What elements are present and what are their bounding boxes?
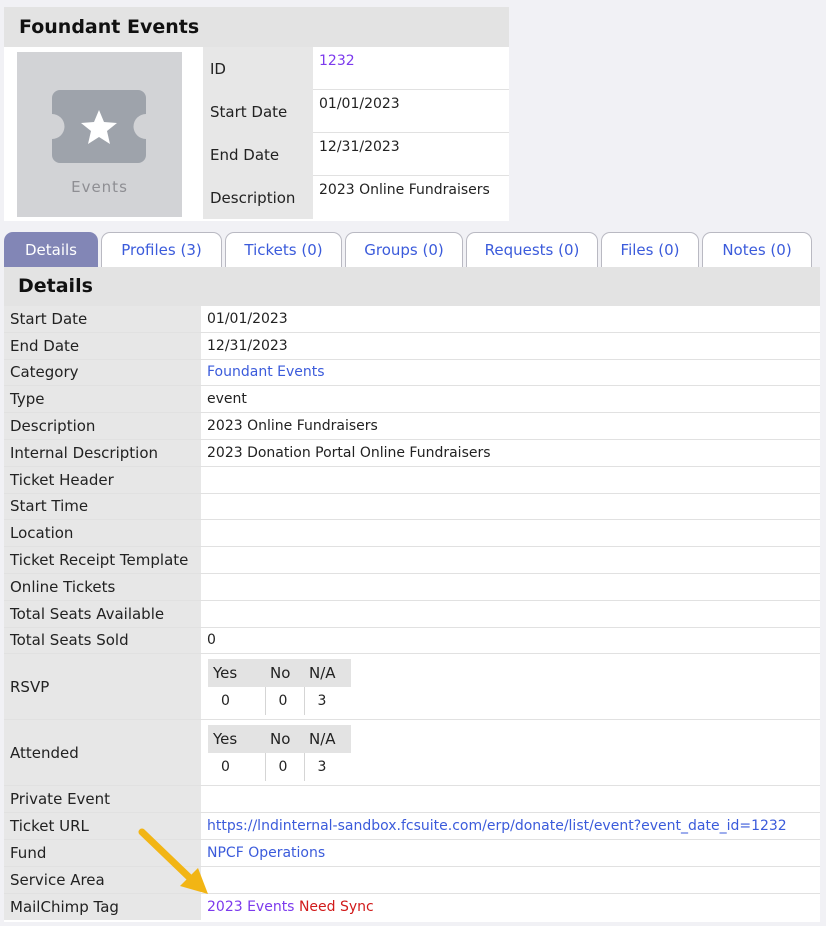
details-heading: Details xyxy=(4,267,820,306)
info-row-start-date: Start Date 01/01/2023 xyxy=(203,90,509,133)
detail-row-category: Category Foundant Events xyxy=(4,359,820,387)
info-value: 01/01/2023 xyxy=(313,90,509,133)
category-link[interactable]: Foundant Events xyxy=(207,364,325,380)
tab-details[interactable]: Details xyxy=(4,232,98,267)
attended-header-yes: Yes xyxy=(208,724,265,753)
info-row-description: Description 2023 Online Fundraisers xyxy=(203,176,509,219)
detail-row-service-area: Service Area xyxy=(4,866,820,894)
arrow-annotation-icon xyxy=(138,828,208,894)
info-value: 2023 Online Fundraisers xyxy=(313,176,509,219)
detail-label: Category xyxy=(4,359,201,386)
rsvp-header-na: N/A xyxy=(304,658,351,687)
detail-label: Online Tickets xyxy=(4,573,201,600)
detail-label: Attended xyxy=(4,720,201,786)
rsvp-header-no: No xyxy=(265,658,304,687)
detail-row-rsvp: RSVP Yes No N/A 0 0 3 xyxy=(4,654,820,721)
detail-label: Internal Description xyxy=(4,439,201,466)
detail-row-internal-description: Internal Description 2023 Donation Porta… xyxy=(4,439,820,467)
detail-value: 2023 Donation Portal Online Fundraisers xyxy=(207,444,491,461)
event-id-value: 1232 xyxy=(313,47,509,90)
rsvp-yes-count: 0 xyxy=(208,686,266,715)
detail-row-type: Type event xyxy=(4,386,820,414)
tab-profiles[interactable]: Profiles (3) xyxy=(101,232,222,267)
detail-row-end-date: End Date 12/31/2023 xyxy=(4,332,820,360)
tab-groups[interactable]: Groups (0) xyxy=(345,232,463,267)
detail-label: Private Event xyxy=(4,786,201,813)
detail-value xyxy=(201,601,820,627)
detail-row-location: Location xyxy=(4,520,820,548)
info-row-end-date: End Date 12/31/2023 xyxy=(203,133,509,176)
event-info-table: ID 1232 Start Date 01/01/2023 End Date 1… xyxy=(203,47,509,219)
tab-tickets[interactable]: Tickets (0) xyxy=(225,232,342,267)
info-label: Start Date xyxy=(203,90,313,133)
info-label: End Date xyxy=(203,133,313,176)
tab-files[interactable]: Files (0) xyxy=(601,232,699,267)
attended-na-count: 3 xyxy=(317,758,327,775)
detail-row-start-time: Start Time xyxy=(4,493,820,521)
detail-value xyxy=(201,786,820,812)
detail-row-ticket-url: Ticket URL https://lndinternal-sandbox.f… xyxy=(4,813,820,840)
detail-value xyxy=(201,520,820,546)
ticket-url-link[interactable]: https://lndinternal-sandbox.fcsuite.com/… xyxy=(207,818,787,834)
info-row-id: ID 1232 xyxy=(203,47,509,90)
detail-row-description: Description 2023 Online Fundraisers xyxy=(4,413,820,440)
detail-value: event xyxy=(207,391,247,408)
detail-value: 0 xyxy=(207,632,216,649)
rsvp-table: Yes No N/A 0 0 3 xyxy=(208,658,351,715)
detail-value xyxy=(201,574,820,600)
detail-label: Ticket Receipt Template xyxy=(4,547,201,573)
page-title: Foundant Events xyxy=(4,7,509,47)
tab-notes[interactable]: Notes (0) xyxy=(702,232,812,267)
detail-value: 12/31/2023 xyxy=(207,337,288,354)
detail-row-attended: Attended Yes No N/A 0 0 3 xyxy=(4,720,820,787)
rsvp-na-count: 3 xyxy=(317,692,327,709)
details-panel: Details Start Date 01/01/2023 End Date 1… xyxy=(4,267,820,922)
attended-yes-count: 0 xyxy=(208,752,266,781)
detail-value: 2023 Online Fundraisers xyxy=(207,418,378,435)
attended-table: Yes No N/A 0 0 3 xyxy=(208,724,351,781)
detail-label: Start Date xyxy=(4,306,201,332)
detail-value: 01/01/2023 xyxy=(207,310,288,327)
detail-row-mailchimp-tag: MailChimp Tag 2023 Events Need Sync xyxy=(4,893,820,921)
detail-value xyxy=(201,547,820,573)
info-label: ID xyxy=(203,47,313,90)
detail-label: Total Seats Available xyxy=(4,600,201,627)
rsvp-no-count: 0 xyxy=(265,686,305,715)
attended-header-na: N/A xyxy=(304,724,351,753)
detail-row-start-date: Start Date 01/01/2023 xyxy=(4,306,820,333)
rsvp-header-yes: Yes xyxy=(208,658,265,687)
detail-row-fund: Fund NPCF Operations xyxy=(4,839,820,867)
mailchimp-tag-value: 2023 Events xyxy=(207,898,295,915)
event-summary-card: Foundant Events Events ID 1232 Start Dat… xyxy=(4,7,509,221)
thumbnail-label: Events xyxy=(71,178,128,196)
tab-requests[interactable]: Requests (0) xyxy=(466,232,598,267)
detail-value xyxy=(201,867,820,893)
info-value: 12/31/2023 xyxy=(313,133,509,176)
detail-row-private-event: Private Event xyxy=(4,786,820,814)
detail-row-ticket-receipt-template: Ticket Receipt Template xyxy=(4,547,820,574)
detail-row-ticket-header: Ticket Header xyxy=(4,466,820,494)
fund-link[interactable]: NPCF Operations xyxy=(207,845,325,861)
attended-no-count: 0 xyxy=(265,752,305,781)
detail-label: Ticket Header xyxy=(4,466,201,493)
detail-row-total-seats-sold: Total Seats Sold 0 xyxy=(4,627,820,655)
detail-label: MailChimp Tag xyxy=(4,893,201,921)
detail-label: Start Time xyxy=(4,493,201,520)
event-thumbnail: Events xyxy=(17,52,182,217)
detail-label: Total Seats Sold xyxy=(4,627,201,654)
detail-label: RSVP xyxy=(4,654,201,720)
mailchimp-sync-status: Need Sync xyxy=(298,898,374,915)
detail-row-total-seats-available: Total Seats Available xyxy=(4,600,820,628)
attended-header-no: No xyxy=(265,724,304,753)
detail-label: Type xyxy=(4,386,201,413)
detail-label: Location xyxy=(4,520,201,547)
ticket-star-icon xyxy=(52,90,146,163)
info-label: Description xyxy=(203,176,313,219)
detail-value xyxy=(201,467,820,493)
tab-bar: Details Profiles (3) Tickets (0) Groups … xyxy=(4,232,822,267)
detail-row-online-tickets: Online Tickets xyxy=(4,573,820,601)
detail-label: Description xyxy=(4,413,201,439)
detail-label: End Date xyxy=(4,332,201,359)
detail-value xyxy=(201,494,820,520)
